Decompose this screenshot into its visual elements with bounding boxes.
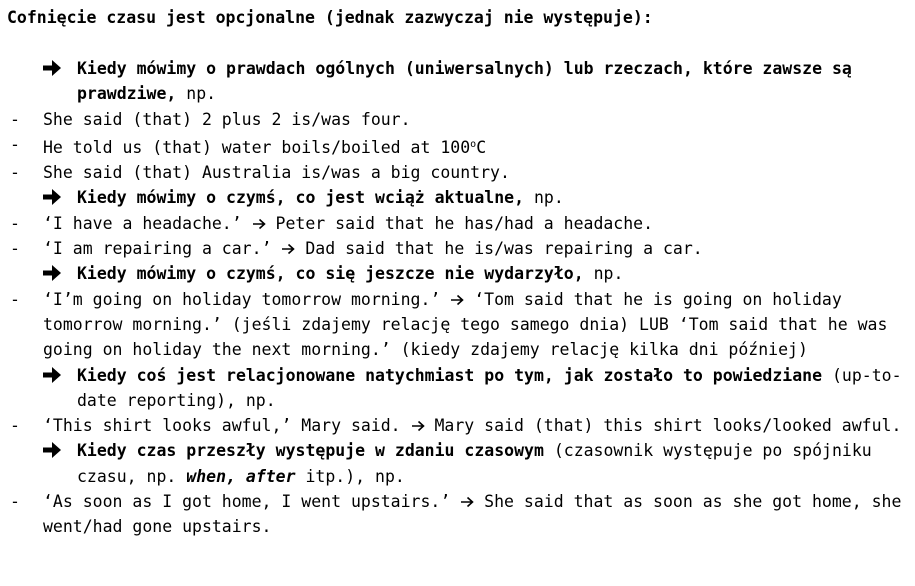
rule-heading-bold: Kiedy czas przeszły występuje w zdaniu c… (77, 441, 544, 461)
example-item: - ‘I am repairing a car.’ Dad said that h… (7, 236, 907, 261)
rule-item: Kiedy coś jest relacjonowane natychmiast… (7, 363, 907, 414)
rule-item: Kiedy mówimy o czymś, co jest wciąż aktu… (7, 185, 907, 210)
dash-bullet: - (10, 213, 20, 233)
example-direct-speech: ‘This shirt looks awful,’ Mary said. (43, 416, 401, 436)
rules-list: Kiedy mówimy o prawdach ogólnych (uniwer… (7, 56, 907, 540)
rule-heading: Kiedy mówimy o czymś, co się jeszcze nie… (77, 261, 907, 286)
example-direct-speech: ‘As soon as I got home, I went upstairs.… (43, 492, 451, 512)
dash-bullet: - (10, 109, 20, 129)
section-heading: Cofnięcie czasu jest opcjonalne (jednak … (7, 8, 653, 27)
dash-bullet: - (10, 492, 20, 512)
right-arrow-icon (411, 414, 425, 432)
example-direct-speech: She said (that) 2 plus 2 is/was four. (43, 109, 411, 129)
bullet-arrow-icon (41, 263, 63, 283)
dash-bullet: - (10, 289, 20, 309)
example-direct-speech: She said (that) Australia is/was a big c… (43, 163, 510, 183)
example-item: - ‘I’m going on holiday tomorrow morning.… (7, 287, 907, 363)
dash-bullet: - (10, 239, 20, 259)
example-reported-speech: Peter said that he has/had a headache. (265, 213, 654, 233)
example-reported-speech: Dad said that he is/was repairing a car. (295, 239, 703, 259)
document: Cofnięcie czasu jest opcjonalne (jednak … (7, 5, 907, 540)
bullet-arrow-icon (41, 440, 63, 460)
bullet-arrow-icon (41, 58, 63, 78)
dash-bullet: - (10, 416, 20, 436)
example-text: ‘This shirt looks awful,’ Mary said. Mar… (43, 413, 907, 438)
example-item: - She said (that) Australia is/was a big … (7, 160, 907, 185)
dash-bullet: - (10, 134, 20, 154)
example-item: - ‘I have a headache.’ Peter said that he… (7, 211, 907, 236)
example-text: She said (that) Australia is/was a big c… (43, 160, 907, 185)
example-item: - He told us (that) water boils/boiled at… (7, 132, 907, 160)
example-direct-speech: ‘I have a headache.’ (43, 213, 242, 233)
example-text: ‘I’m going on holiday tomorrow morning.’… (43, 287, 907, 363)
rule-heading-tail: itp.), np. (295, 466, 405, 486)
right-arrow-icon (460, 490, 474, 508)
rule-heading-italic: when, after (186, 466, 296, 486)
rule-item: Kiedy mówimy o prawdach ogólnych (uniwer… (7, 56, 907, 107)
rule-heading-tail: np. (583, 264, 624, 284)
rule-item: Kiedy mówimy o czymś, co się jeszcze nie… (7, 261, 907, 286)
example-reported-speech: Mary said (that) this shirt looks/looked… (424, 416, 902, 436)
bullet-arrow-icon (41, 365, 63, 385)
rule-heading: Kiedy coś jest relacjonowane natychmiast… (77, 363, 907, 414)
example-item: - ‘This shirt looks awful,’ Mary said. Ma… (7, 413, 907, 438)
example-unit: C (476, 137, 487, 157)
example-item: - ‘As soon as I got home, I went upstairs… (7, 489, 907, 540)
rule-heading: Kiedy mówimy o prawdach ogólnych (uniwer… (77, 56, 907, 107)
example-direct-speech: ‘I am repairing a car.’ (43, 239, 272, 259)
right-arrow-icon (281, 237, 296, 255)
rule-heading-tail: np. (176, 84, 217, 104)
example-text: ‘I have a headache.’ Peter said that he … (43, 211, 907, 236)
rule-heading-bold: Kiedy coś jest relacjonowane natychmiast… (77, 365, 823, 385)
dash-bullet: - (10, 163, 20, 183)
rule-heading-bold: Kiedy mówimy o czymś, co jest wciąż aktu… (77, 188, 525, 208)
right-arrow-icon (252, 212, 266, 229)
rule-heading-tail: np. (524, 188, 564, 208)
example-direct-speech: He told us (that) water boils/boiled at … (43, 137, 471, 157)
rule-heading-bold: Kiedy mówimy o czymś, co się jeszcze nie… (77, 264, 584, 284)
right-arrow-icon (450, 288, 464, 305)
example-text: He told us (that) water boils/boiled at … (43, 132, 907, 160)
example-text: ‘I am repairing a car.’ Dad said that he… (43, 236, 907, 261)
example-text: ‘As soon as I got home, I went upstairs.… (43, 489, 907, 540)
rule-heading: Kiedy mówimy o czymś, co jest wciąż aktu… (77, 185, 907, 210)
example-item: - She said (that) 2 plus 2 is/was four. (7, 107, 907, 132)
example-text: She said (that) 2 plus 2 is/was four. (43, 107, 907, 132)
rule-heading: Kiedy czas przeszły występuje w zdaniu c… (77, 438, 907, 489)
rule-item: Kiedy czas przeszły występuje w zdaniu c… (7, 438, 907, 489)
example-direct-speech: ‘I’m going on holiday tomorrow morning.’ (43, 289, 441, 309)
bullet-arrow-icon (41, 187, 63, 207)
